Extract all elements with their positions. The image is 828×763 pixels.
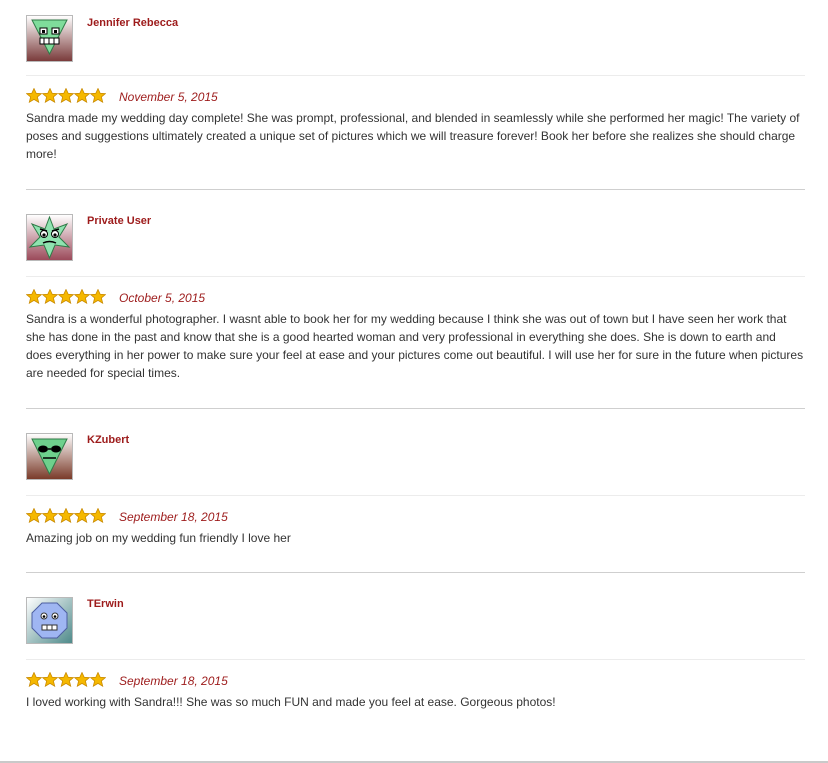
- reviewer-avatar[interactable]: [26, 597, 73, 644]
- star-icon: [58, 508, 74, 523]
- review-header: KZubert: [26, 419, 805, 496]
- reviewer-avatar[interactable]: [26, 433, 73, 480]
- review-text: Amazing job on my wedding fun friendly I…: [26, 531, 291, 545]
- star-icon: [90, 508, 106, 523]
- star-rating: [26, 88, 106, 103]
- star-icon: [26, 508, 42, 523]
- reviewer-avatar[interactable]: [26, 15, 73, 62]
- rating-row: September 18, 2015: [26, 660, 805, 692]
- review-text: Sandra is a wonderful photographer. I wa…: [26, 312, 804, 380]
- review-header: TErwin: [26, 583, 805, 660]
- review-divider: [26, 189, 805, 190]
- review-header: Jennifer Rebecca: [26, 0, 805, 76]
- star-icon: [42, 508, 58, 523]
- reviewer-avatar[interactable]: [26, 214, 73, 261]
- star-icon: [74, 289, 90, 304]
- reviewer-name[interactable]: KZubert: [87, 434, 129, 446]
- star-icon: [42, 672, 58, 687]
- review-item: Jennifer Rebecca November 5, 2015 Sandra…: [26, 0, 805, 190]
- rating-row: November 5, 2015: [26, 76, 805, 108]
- star-icon: [90, 88, 106, 103]
- review-date: October 5, 2015: [119, 291, 206, 305]
- reviewer-name[interactable]: Jennifer Rebecca: [87, 17, 178, 29]
- star-icon: [90, 672, 106, 687]
- star-rating: [26, 672, 106, 687]
- review-header: Private User: [26, 200, 805, 277]
- review-item: KZubert September 18, 2015 Amazing job o…: [26, 419, 805, 573]
- star-icon: [74, 88, 90, 103]
- review-item: Private User October 5, 2015 Sandra is a…: [26, 200, 805, 409]
- reviewer-name[interactable]: Private User: [87, 215, 151, 227]
- reviews-list: Jennifer Rebecca November 5, 2015 Sandra…: [26, 0, 805, 711]
- review-date: September 18, 2015: [119, 510, 228, 524]
- star-icon: [42, 88, 58, 103]
- monster-avatar-icon: [27, 215, 72, 260]
- star-icon: [26, 672, 42, 687]
- star-icon: [74, 672, 90, 687]
- star-rating: [26, 508, 106, 523]
- monster-avatar-icon: [27, 16, 72, 61]
- monster-avatar-icon: [27, 598, 72, 643]
- star-icon: [58, 672, 74, 687]
- review-text: Sandra made my wedding day complete! She…: [26, 111, 800, 161]
- reviewer-name[interactable]: TErwin: [87, 598, 124, 610]
- monster-avatar-icon: [27, 434, 72, 479]
- star-icon: [58, 289, 74, 304]
- review-divider: [26, 408, 805, 409]
- review-date: September 18, 2015: [119, 674, 228, 688]
- review-item: TErwin September 18, 2015 I loved workin…: [26, 583, 805, 711]
- star-icon: [58, 88, 74, 103]
- star-icon: [26, 289, 42, 304]
- star-icon: [90, 289, 106, 304]
- star-icon: [74, 508, 90, 523]
- review-divider: [26, 572, 805, 573]
- star-rating: [26, 289, 106, 304]
- rating-row: October 5, 2015: [26, 277, 805, 309]
- star-icon: [42, 289, 58, 304]
- review-date: November 5, 2015: [119, 90, 218, 104]
- review-text: I loved working with Sandra!!! She was s…: [26, 695, 556, 709]
- star-icon: [26, 88, 42, 103]
- rating-row: September 18, 2015: [26, 496, 805, 528]
